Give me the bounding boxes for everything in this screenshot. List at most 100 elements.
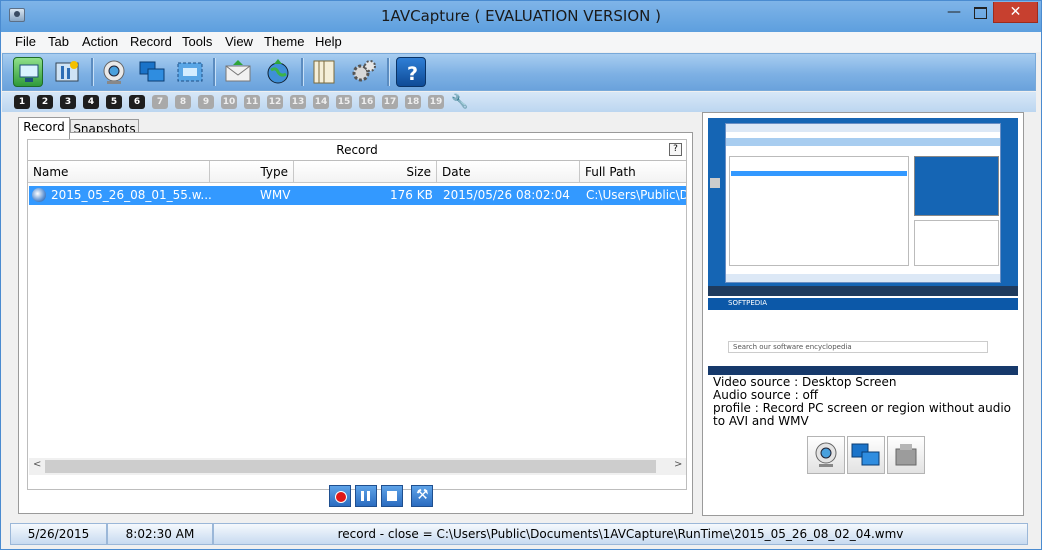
menu-file[interactable]: File xyxy=(15,34,36,49)
preview-browser-brand: SOFTPEDIA xyxy=(728,299,768,307)
region-icon[interactable] xyxy=(175,57,205,87)
table-row[interactable]: 2015_05_26_08_01_55.w... WMV 176 KB 2015… xyxy=(29,186,686,205)
tab-number-5[interactable]: 5 xyxy=(106,95,122,109)
screen-icon[interactable] xyxy=(137,57,167,87)
status-date: 5/26/2015 xyxy=(10,523,107,545)
book-icon[interactable] xyxy=(309,57,339,87)
pause-button[interactable] xyxy=(355,485,377,507)
preview-info xyxy=(914,220,999,266)
desktop-icon xyxy=(710,178,720,188)
status-time: 8:02:30 AM xyxy=(107,523,213,545)
globe-icon[interactable] xyxy=(263,57,293,87)
cell-date: 2015/05/26 08:02:04 xyxy=(443,188,570,202)
toolbar-separator xyxy=(387,58,389,86)
column-header-name[interactable]: Name xyxy=(28,161,210,183)
device-source-button[interactable] xyxy=(887,436,925,474)
menu-tools[interactable]: Tools xyxy=(182,34,212,49)
cell-full-path: C:\Users\Public\D xyxy=(586,188,687,202)
horizontal-scrollbar[interactable]: < > xyxy=(29,458,686,475)
tab-number-15[interactable]: 15 xyxy=(336,95,352,109)
tab-number-10[interactable]: 10 xyxy=(221,95,237,109)
scroll-right-button[interactable]: > xyxy=(674,459,682,470)
settings-icon[interactable] xyxy=(52,57,82,87)
tab-number-2[interactable]: 2 xyxy=(37,95,53,109)
column-header-full-path[interactable]: Full Path xyxy=(580,161,686,183)
menu-bar: File Tab Action Record Tools View Theme … xyxy=(1,32,1041,52)
record-panel: Record Snapshots Record ? Name Type Size… xyxy=(9,112,695,516)
cell-size: 176 KB xyxy=(390,188,433,202)
close-button[interactable]: ✕ xyxy=(993,2,1038,23)
monitor-icon[interactable] xyxy=(13,57,43,87)
tab-number-6[interactable]: 6 xyxy=(129,95,145,109)
wrench-icon[interactable]: 🔧 xyxy=(451,94,468,110)
preview-panel: SOFTPEDIA Search our software encycloped… xyxy=(702,112,1024,516)
menu-help[interactable]: Help xyxy=(315,34,342,49)
record-controls xyxy=(329,485,439,507)
source-buttons xyxy=(807,436,925,474)
tab-number-17[interactable]: 17 xyxy=(382,95,398,109)
preview-browser-nav: SOFTPEDIA xyxy=(708,298,1018,310)
tab-number-7[interactable]: 7 xyxy=(152,95,168,109)
maximize-button[interactable] xyxy=(969,2,991,23)
profile-text: profile : Record PC screen or region wit… xyxy=(713,401,1012,428)
menu-tab[interactable]: Tab xyxy=(48,34,69,49)
preview-browser-search: Search our software encyclopedia xyxy=(728,341,988,353)
scroll-left-button[interactable]: < xyxy=(33,459,41,470)
preview-browser: SOFTPEDIA Search our software encycloped… xyxy=(708,286,1018,366)
tab-number-11[interactable]: 11 xyxy=(244,95,260,109)
tab-number-13[interactable]: 13 xyxy=(290,95,306,109)
stop-button[interactable] xyxy=(381,485,403,507)
app-window: 1AVCapture ( EVALUATION VERSION ) — ✕ Fi… xyxy=(0,0,1042,550)
record-header-label: Record xyxy=(336,143,378,157)
preview-list-row xyxy=(731,171,907,176)
svg-text:?: ? xyxy=(407,63,418,85)
tab-number-19[interactable]: 19 xyxy=(428,95,444,109)
tab-number-4[interactable]: 4 xyxy=(83,95,99,109)
record-settings-button[interactable] xyxy=(411,485,433,507)
title-bar: 1AVCapture ( EVALUATION VERSION ) — ✕ xyxy=(1,1,1041,32)
preview-toolbar xyxy=(726,138,1000,146)
email-icon[interactable] xyxy=(223,57,253,87)
menu-record[interactable]: Record xyxy=(130,34,172,49)
record-header: Record ? xyxy=(27,139,687,160)
record-button[interactable] xyxy=(329,485,351,507)
record-file-list[interactable]: Name Type Size Date Full Path 2015_05_26… xyxy=(27,160,687,490)
toolbar: ? xyxy=(2,53,1036,91)
tab-number-16[interactable]: 16 xyxy=(359,95,375,109)
minimize-button[interactable]: — xyxy=(939,2,969,23)
help-icon[interactable]: ? xyxy=(396,57,426,87)
preview-list xyxy=(729,156,909,266)
tab-number-12[interactable]: 12 xyxy=(267,95,283,109)
toolbar-separator xyxy=(91,58,93,86)
tab-number-3[interactable]: 3 xyxy=(60,95,76,109)
screen-source-button[interactable] xyxy=(847,436,885,474)
webcam-icon[interactable] xyxy=(99,57,129,87)
status-message: record - close = C:\Users\Public\Documen… xyxy=(213,523,1028,545)
preview-status-bar xyxy=(726,274,1000,282)
tab-number-strip: 1 2 3 4 5 6 7 8 9 10 11 12 13 14 15 16 1… xyxy=(2,92,1036,112)
tab-number-8[interactable]: 8 xyxy=(175,95,191,109)
tab-number-14[interactable]: 14 xyxy=(313,95,329,109)
column-header-type[interactable]: Type xyxy=(210,161,294,183)
scrollbar-thumb[interactable] xyxy=(45,460,656,473)
preview-title-bar xyxy=(726,124,1000,132)
column-header-size[interactable]: Size xyxy=(294,161,437,183)
gear-icon[interactable] xyxy=(349,57,379,87)
webcam-source-button[interactable] xyxy=(807,436,845,474)
preview-app-window xyxy=(725,123,1001,283)
menu-action[interactable]: Action xyxy=(82,34,118,49)
toolbar-separator xyxy=(213,58,215,86)
tab-record[interactable]: Record xyxy=(18,117,70,139)
record-tab-body: Record ? Name Type Size Date Full Path 2… xyxy=(18,132,693,514)
desktop-preview: SOFTPEDIA Search our software encycloped… xyxy=(708,118,1018,375)
tab-number-18[interactable]: 18 xyxy=(405,95,421,109)
tab-number-1[interactable]: 1 xyxy=(14,95,30,109)
preview-browser-tabs xyxy=(708,286,1018,296)
menu-theme[interactable]: Theme xyxy=(264,34,304,49)
tab-number-9[interactable]: 9 xyxy=(198,95,214,109)
preview-thumbnail xyxy=(914,156,999,216)
toolbar-separator xyxy=(301,58,303,86)
record-help-button[interactable]: ? xyxy=(669,143,682,156)
menu-view[interactable]: View xyxy=(225,34,253,49)
column-header-date[interactable]: Date xyxy=(437,161,580,183)
